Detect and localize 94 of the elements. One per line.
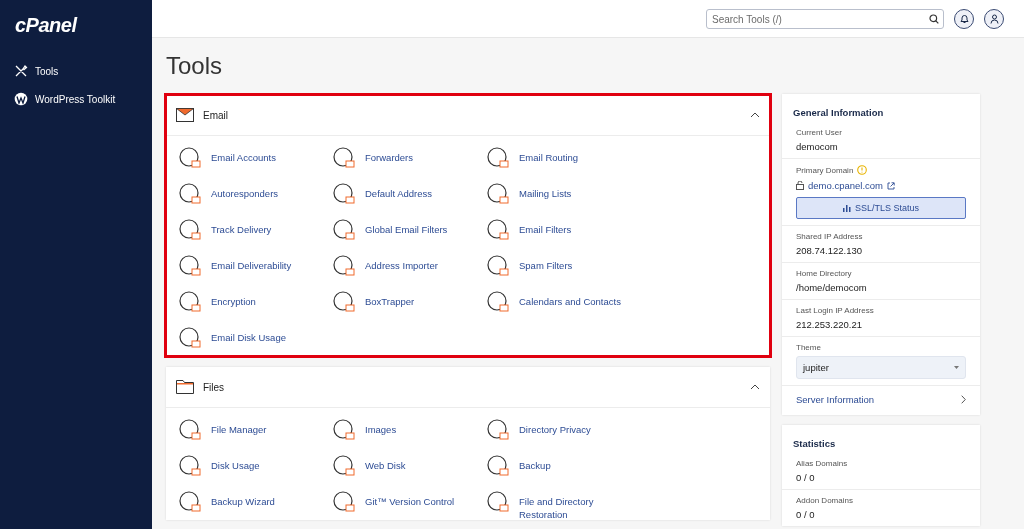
warning-icon <box>857 165 868 175</box>
tool-icon <box>178 454 202 478</box>
tool-link[interactable]: Mailing Lists <box>519 182 572 201</box>
envelope-icon <box>176 108 194 122</box>
field-label: Addon Domains <box>796 496 853 505</box>
chevron-icon[interactable] <box>750 384 760 390</box>
field-label: Theme <box>796 343 821 352</box>
search-field[interactable]: Search Tools (/) <box>706 9 944 29</box>
tool-link[interactable]: Disk Usage <box>211 454 260 473</box>
lock-icon <box>796 181 804 190</box>
tool-link[interactable]: Directory Privacy <box>519 418 591 437</box>
field-label: Current User <box>796 128 842 137</box>
field-label: Shared IP Address <box>796 232 863 241</box>
tool-link[interactable]: BoxTrapper <box>365 290 415 309</box>
tool-link[interactable]: Email Disk Usage <box>211 326 286 345</box>
field-value: democom <box>796 141 838 152</box>
tool-icon <box>486 454 510 478</box>
tool-icon <box>332 146 356 170</box>
tool-link[interactable]: Email Accounts <box>211 146 276 165</box>
tool-icon <box>486 254 510 278</box>
tool-link[interactable]: Forwarders <box>365 146 414 165</box>
wordpress-icon <box>14 92 28 106</box>
tool-icon <box>178 490 202 514</box>
tool-icon <box>486 182 510 206</box>
tool-icon <box>332 182 356 206</box>
tool-link[interactable]: Images <box>365 418 397 437</box>
tool-link[interactable]: Default Address <box>365 182 433 201</box>
tool-icon <box>332 454 356 478</box>
tool-icon <box>486 490 510 514</box>
section-title: Email <box>203 109 229 121</box>
field-label: Primary Domain <box>796 165 854 175</box>
chevron-right-icon <box>961 395 966 404</box>
section-title: Files <box>203 381 226 393</box>
tool-icon <box>486 146 510 170</box>
tool-link[interactable]: Backup <box>519 454 551 473</box>
search-icon <box>929 13 939 24</box>
field-value: 212.253.220.21 <box>796 319 863 330</box>
page-title: Tools <box>166 52 224 80</box>
tool-icon <box>486 418 510 442</box>
field-value: 208.74.122.130 <box>796 245 863 256</box>
card-title: General Information <box>792 106 885 120</box>
tool-link[interactable]: Track Delivery <box>211 218 272 237</box>
bar-chart-icon <box>842 204 851 212</box>
tool-link[interactable]: Email Deliverability <box>211 254 292 273</box>
tool-icon <box>178 146 202 170</box>
tool-link[interactable]: Calendars and Contacts <box>519 290 621 309</box>
tool-icon <box>486 290 510 314</box>
server-information-link[interactable]: Server Information <box>796 394 875 405</box>
tool-link[interactable]: Address Importer <box>365 254 438 273</box>
sidebar-item[interactable]: Tools <box>0 57 152 85</box>
tool-link[interactable]: Email Routing <box>519 146 579 165</box>
notifications-button[interactable] <box>954 8 974 29</box>
chevron-icon[interactable] <box>750 112 760 118</box>
cpanel-logo: cPanel <box>15 14 77 37</box>
tool-icon <box>332 290 356 314</box>
field-value: /home/democom <box>796 282 867 293</box>
theme-dropdown[interactable]: jupiter <box>796 356 966 379</box>
field-value: 0 / 0 <box>796 509 815 520</box>
tool-icon <box>178 218 202 242</box>
tools-icon <box>14 64 28 78</box>
tool-link[interactable]: Web Disk <box>365 454 406 473</box>
tool-link[interactable]: Global Email Filters <box>365 218 448 237</box>
tool-icon <box>486 218 510 242</box>
tool-link[interactable]: Encryption <box>211 290 256 309</box>
field-value: 0 / 0 <box>796 472 815 483</box>
tool-link[interactable]: Spam Filters <box>519 254 573 273</box>
external-link-icon <box>887 181 895 190</box>
tool-icon <box>332 418 356 442</box>
folder-icon <box>176 380 194 394</box>
domain-link[interactable]: demo.cpanel.com <box>808 180 883 191</box>
user-button[interactable] <box>984 8 1004 29</box>
card-title: Statistics <box>792 437 837 451</box>
field-label: Alias Domains <box>796 459 848 468</box>
field-label: Home Directory <box>796 269 852 278</box>
tool-icon <box>332 490 356 514</box>
field-label: Last Login IP Address <box>796 306 874 315</box>
tool-link[interactable]: Autoresponders <box>211 182 279 201</box>
tool-icon <box>178 182 202 206</box>
tool-link[interactable]: Email Filters <box>519 218 572 237</box>
tool-link[interactable]: Backup Wizard <box>211 490 275 509</box>
tool-link[interactable]: File Manager <box>211 418 267 437</box>
tool-icon <box>178 254 202 278</box>
tool-icon <box>178 418 202 442</box>
tool-link[interactable]: Git™ Version Control <box>365 490 455 509</box>
tool-link[interactable]: File and Directory Restoration <box>519 490 629 522</box>
tool-icon <box>178 290 202 314</box>
user-icon <box>989 13 999 24</box>
ssl-tls-status-button[interactable]: SSL/TLS Status <box>796 197 966 219</box>
caret-icon <box>954 366 959 369</box>
tool-icon <box>332 254 356 278</box>
tool-icon <box>332 218 356 242</box>
tool-icon <box>178 326 202 350</box>
sidebar-item[interactable]: WordPress Toolkit <box>0 85 152 113</box>
bell-icon <box>959 13 969 24</box>
